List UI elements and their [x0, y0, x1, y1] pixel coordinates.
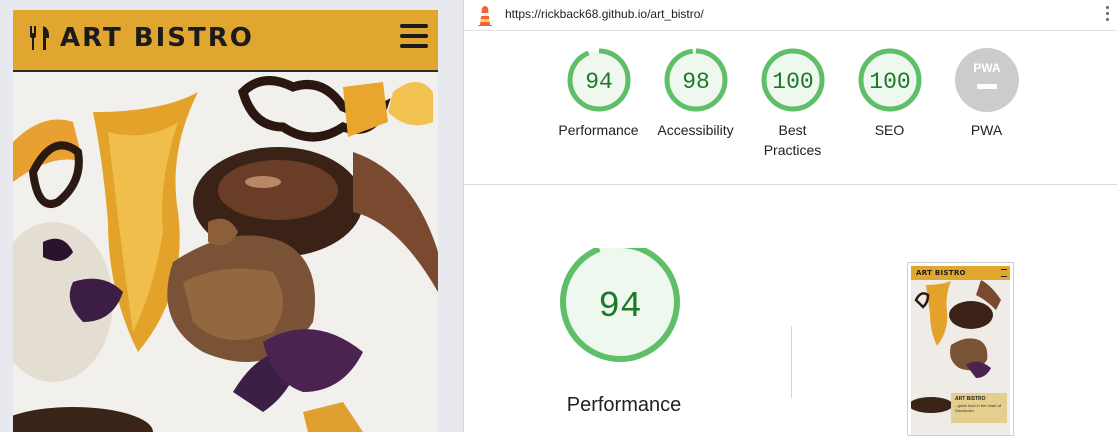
gauge-score: 100 [869, 69, 910, 95]
mobile-site-frame: ART BISTRO [13, 10, 438, 432]
thumbnail-header: ART BISTRO [911, 266, 1010, 280]
main-category-label: Performance [566, 394, 682, 416]
lighthouse-logo-icon [478, 6, 492, 26]
vertical-divider [791, 326, 792, 398]
gauge-seo[interactable]: 100 SEO [841, 48, 938, 140]
thumbnail-menu-icon [1001, 269, 1007, 277]
gauge-label: PWA [970, 122, 1003, 138]
gauge-ring: 98 [664, 48, 727, 112]
site-logo[interactable]: ART BISTRO [29, 23, 254, 53]
thumbnail-card-text: - great food in the heart of Stockholm [955, 403, 1002, 413]
dessert-hero-image [13, 72, 438, 432]
gauge-ring: 94 [567, 48, 630, 112]
thumbnail-site-title: ART BISTRO [916, 269, 966, 277]
main-score: 94 [598, 286, 641, 327]
gauge-best-practices[interactable]: 100 Best Practices [744, 48, 841, 160]
pwa-badge-text: PWA [973, 61, 1001, 75]
thumbnail-hero-card: ART BISTRO - great food in the heart of … [951, 393, 1007, 423]
gauge-ring: 100 [858, 48, 921, 112]
gauge-pwa[interactable]: PWA PWA [938, 48, 1035, 140]
lighthouse-report: https://rickback68.github.io/art_bistro/… [463, 0, 1117, 436]
main-performance-gauge[interactable]: 94 [560, 248, 688, 378]
gauge-label: Accessibility [657, 122, 734, 138]
pwa-badge-icon: PWA [954, 48, 1019, 112]
fork-knife-icon [30, 26, 49, 50]
report-url-bar: https://rickback68.github.io/art_bistro/ [464, 0, 1117, 31]
gauge-label: Performance [558, 122, 639, 138]
more-options-icon[interactable] [1106, 6, 1110, 22]
section-divider [464, 184, 1117, 185]
final-screenshot-thumbnail[interactable]: ART BISTRO ART BISTRO - great food in th… [907, 262, 1014, 436]
site-title: ART BISTRO [60, 23, 254, 53]
thumbnail-card-title: ART BISTRO [955, 396, 986, 402]
report-url[interactable]: https://rickback68.github.io/art_bistro/ [505, 7, 704, 21]
gauge-label: SEO [874, 122, 905, 138]
category-gauges: 94 Performance 98 Accessibility 100 Best… [464, 48, 1117, 168]
gauge-score: 100 [772, 69, 813, 95]
hamburger-menu-icon[interactable] [400, 24, 428, 50]
gauge-score: 98 [682, 69, 710, 95]
gauge-label: Best Practices [763, 122, 822, 158]
site-header: ART BISTRO [13, 10, 438, 72]
gauge-score: 94 [585, 69, 613, 95]
gauge-ring: 100 [761, 48, 824, 112]
mobile-preview-panel: ART BISTRO [0, 0, 463, 432]
gauge-performance[interactable]: 94 Performance [550, 48, 647, 140]
gauge-accessibility[interactable]: 98 Accessibility [647, 48, 744, 140]
